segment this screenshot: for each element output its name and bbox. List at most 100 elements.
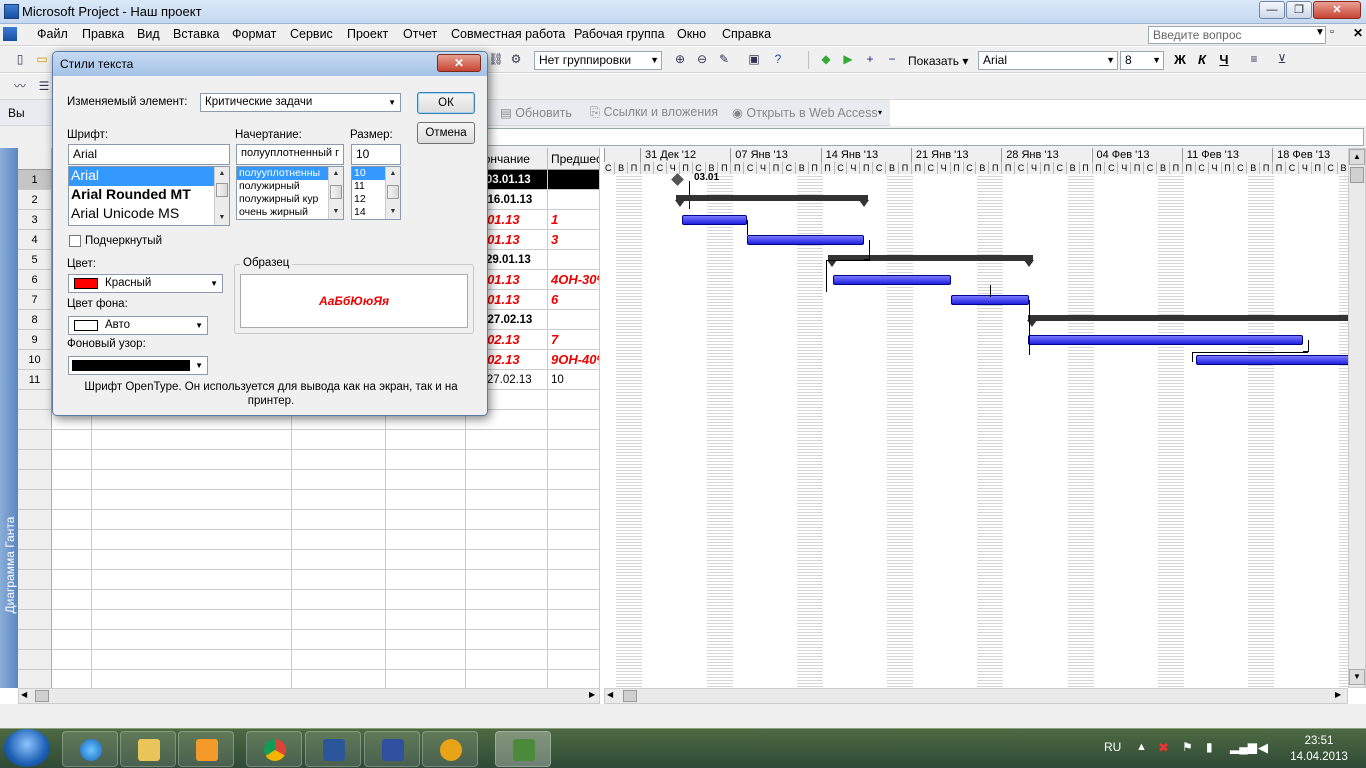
table-cell[interactable] xyxy=(52,470,92,490)
table-cell[interactable] xyxy=(52,430,92,450)
cell-predecessors[interactable] xyxy=(548,250,600,270)
entry-input[interactable] xyxy=(486,128,1364,146)
cell-predecessors[interactable]: 1 xyxy=(548,210,600,230)
links-attachments-button[interactable]: ⎘ Ссылки и вложения xyxy=(590,105,718,120)
clock[interactable]: 23:51 14.04.2013 xyxy=(1282,733,1356,765)
link-tasks-icon[interactable]: ⛓ xyxy=(486,50,506,69)
underline-button[interactable]: Ч xyxy=(1214,50,1234,69)
table-cell[interactable] xyxy=(92,670,292,688)
list-item[interactable]: Arial Unicode MS xyxy=(69,205,229,224)
scroll-up-icon[interactable]: ▲ xyxy=(329,167,343,181)
scroll-up-button[interactable]: ▲ xyxy=(1349,149,1365,165)
row-number[interactable]: 8 xyxy=(18,310,52,330)
color-select[interactable]: Красный ▼ xyxy=(68,274,223,293)
cell-predecessors[interactable] xyxy=(548,170,600,190)
scroll-down-icon[interactable]: ▼ xyxy=(386,205,400,219)
task-bar[interactable] xyxy=(682,215,747,225)
underline-checkbox[interactable] xyxy=(69,235,81,247)
table-cell[interactable] xyxy=(52,590,92,610)
table-cell[interactable] xyxy=(548,390,600,410)
row-number[interactable]: 11 xyxy=(18,370,52,390)
table-cell[interactable] xyxy=(52,490,92,510)
table-cell[interactable] xyxy=(92,470,292,490)
list-item[interactable]: Arial xyxy=(69,167,229,186)
style-list-scrollbar[interactable]: ▲ ▼ xyxy=(328,167,343,219)
table-cell[interactable] xyxy=(52,530,92,550)
table-cell[interactable] xyxy=(92,610,292,630)
tray-network-icon[interactable]: ✖ xyxy=(1158,740,1169,756)
menu-item-6[interactable]: Проект xyxy=(347,27,388,41)
table-cell[interactable] xyxy=(386,490,466,510)
font-list[interactable]: Arial Arial Rounded MT Arial Unicode MS ▲ ▼ xyxy=(68,166,230,226)
left-toolbar-label[interactable]: Вы xyxy=(8,106,25,120)
table-cell[interactable] xyxy=(548,570,600,590)
scroll-up-icon[interactable]: ▲ xyxy=(215,167,229,181)
table-cell[interactable] xyxy=(466,630,548,650)
summary-bar[interactable] xyxy=(1028,315,1348,321)
row-number[interactable] xyxy=(18,430,52,450)
font-list-scrollbar[interactable]: ▲ ▼ xyxy=(214,167,229,225)
row-number[interactable] xyxy=(18,410,52,430)
scroll-thumb[interactable] xyxy=(216,183,228,197)
row-number[interactable] xyxy=(18,390,52,410)
doc-close-button[interactable]: ✕ xyxy=(1353,26,1363,40)
table-cell[interactable] xyxy=(548,590,600,610)
scroll-left-button[interactable]: ◀ xyxy=(607,690,613,699)
table-cell[interactable] xyxy=(292,550,386,570)
size-list[interactable]: 10 11 12 14 ▲ ▼ xyxy=(351,166,401,220)
table-cell[interactable] xyxy=(548,470,600,490)
summary-bar[interactable] xyxy=(676,195,868,201)
help-search-input[interactable]: Введите вопрос xyxy=(1148,26,1326,44)
row-number[interactable] xyxy=(18,510,52,530)
menu-item-11[interactable]: Справка xyxy=(722,27,771,41)
copy-picture-icon[interactable]: ▣ xyxy=(744,50,764,69)
filter-icon[interactable]: ⊻ xyxy=(1272,50,1292,69)
new-file-icon[interactable]: ▯ xyxy=(10,50,30,69)
table-cell[interactable] xyxy=(386,670,466,688)
table-cell[interactable] xyxy=(92,430,292,450)
table-cell[interactable] xyxy=(466,590,548,610)
grouping-select[interactable]: Нет группировки ▼ xyxy=(534,51,662,70)
table-cell[interactable] xyxy=(52,550,92,570)
row-number[interactable]: 5 xyxy=(18,250,52,270)
table-cell[interactable] xyxy=(548,430,600,450)
table-cell[interactable] xyxy=(386,510,466,530)
row-number[interactable] xyxy=(18,490,52,510)
table-cell[interactable] xyxy=(92,490,292,510)
task-bar[interactable] xyxy=(1196,355,1348,365)
gantt-vertical-scrollbar[interactable]: ▲ ▼ xyxy=(1348,148,1366,688)
scroll-thumb[interactable] xyxy=(1350,167,1364,183)
pattern-select[interactable]: ▼ xyxy=(68,356,208,375)
start-button[interactable] xyxy=(4,729,50,767)
table-cell[interactable] xyxy=(466,670,548,688)
table-cell[interactable] xyxy=(548,530,600,550)
indent-icon[interactable]: ▶ xyxy=(838,50,858,69)
table-cell[interactable] xyxy=(386,570,466,590)
goto-task-icon[interactable]: ✎ xyxy=(714,50,734,69)
table-cell[interactable] xyxy=(52,570,92,590)
table-cell[interactable] xyxy=(548,630,600,650)
list-icon[interactable]: ☰ xyxy=(34,77,54,96)
activity-icon[interactable]: 〰 xyxy=(10,77,30,96)
tray-volume-icon[interactable]: ◀ xyxy=(1258,740,1268,756)
table-cell[interactable] xyxy=(466,650,548,670)
size-input[interactable]: 10 xyxy=(351,144,401,165)
table-cell[interactable] xyxy=(386,530,466,550)
table-cell[interactable] xyxy=(292,570,386,590)
zoom-out-icon[interactable]: ⊖ xyxy=(692,50,712,69)
table-cell[interactable] xyxy=(292,590,386,610)
menu-item-3[interactable]: Вставка xyxy=(173,27,219,41)
scroll-up-icon[interactable]: ▲ xyxy=(386,167,400,181)
element-select[interactable]: Критические задачи ▼ xyxy=(200,93,401,112)
italic-button[interactable]: К xyxy=(1192,50,1212,69)
scroll-right-button[interactable]: ▶ xyxy=(589,690,595,699)
table-cell[interactable] xyxy=(466,470,548,490)
row-number[interactable] xyxy=(18,470,52,490)
scroll-right-button[interactable]: ▶ xyxy=(1335,690,1341,699)
table-cell[interactable] xyxy=(292,670,386,688)
menu-item-7[interactable]: Отчет xyxy=(403,27,437,41)
table-cell[interactable] xyxy=(92,630,292,650)
table-cell[interactable] xyxy=(386,450,466,470)
close-window-button[interactable]: ✕ xyxy=(1313,1,1361,19)
table-cell[interactable] xyxy=(52,670,92,688)
